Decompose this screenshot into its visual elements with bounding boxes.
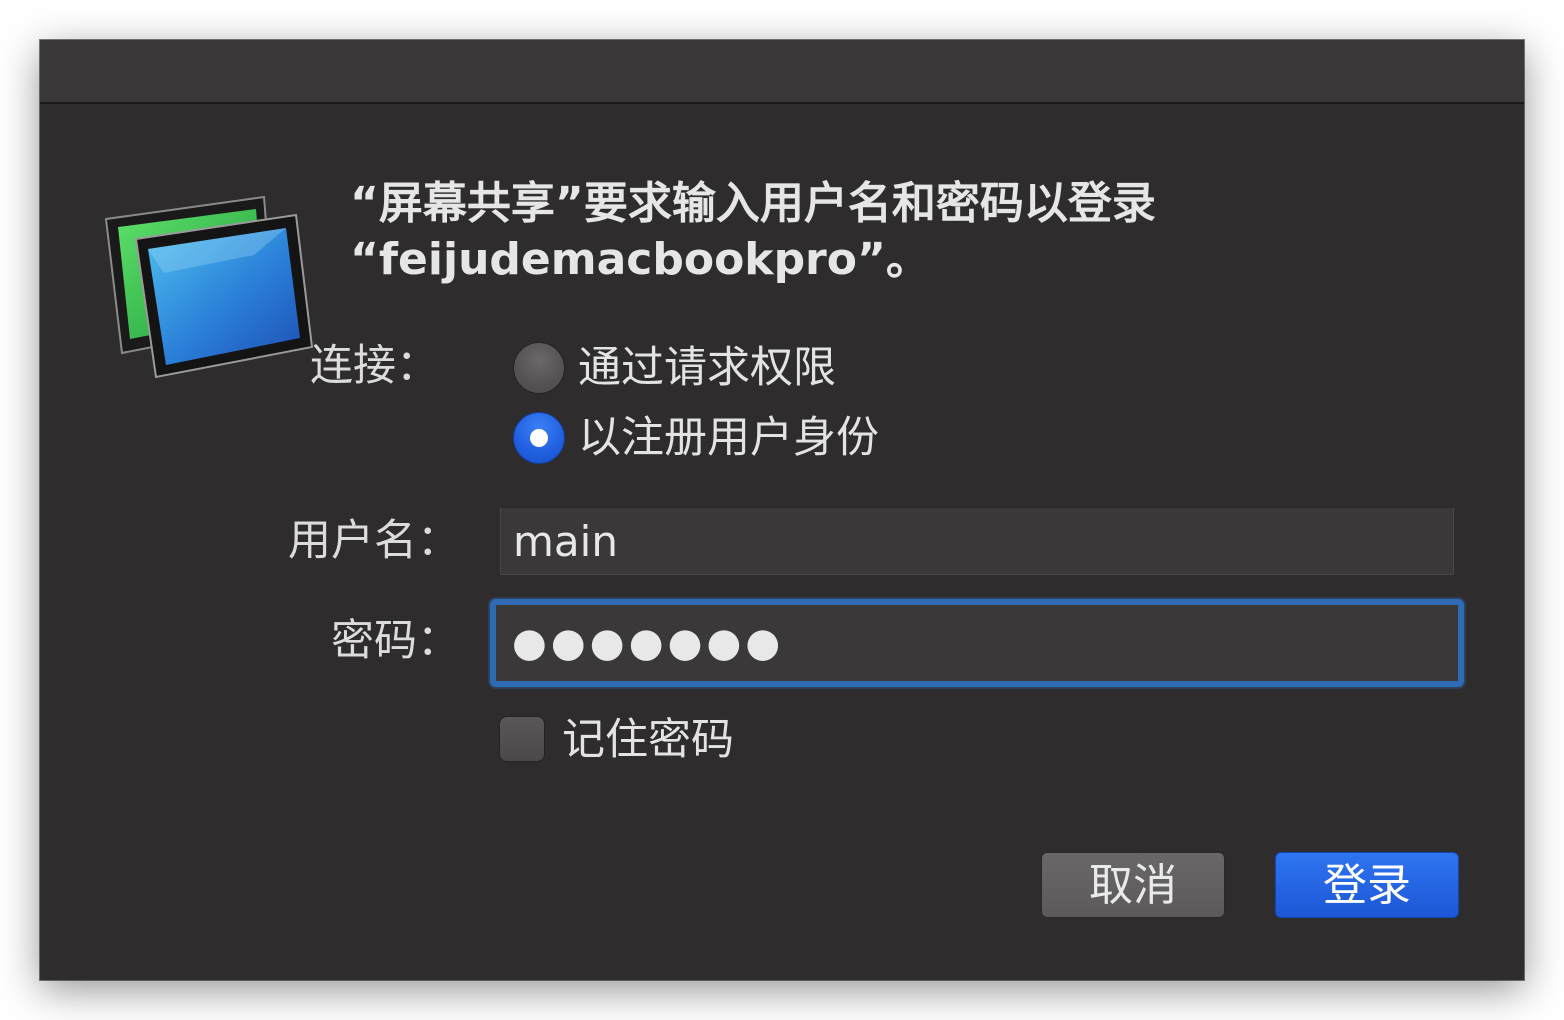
message-line-2: “feijudemacbookpro”。 [350,234,930,285]
username-label: 用户名： [288,516,460,566]
radio-request-permission[interactable] [513,342,565,394]
login-button[interactable]: 登录 [1275,852,1459,918]
cancel-button[interactable]: 取消 [1041,852,1225,918]
dialog-titlebar[interactable] [40,40,1524,104]
connect-label: 连接： [310,341,439,391]
radio-registered-user[interactable] [513,412,565,464]
username-input[interactable] [500,507,1454,575]
dialog-message: “屏幕共享”要求输入用户名和密码以登录 “feijudemacbookpro”。 [350,176,1450,288]
message-line-1: “屏幕共享”要求输入用户名和密码以登录 [350,178,1156,229]
password-input[interactable] [490,599,1464,687]
radio-request-permission-label[interactable]: 通过请求权限 [578,340,836,396]
login-dialog-window: “屏幕共享”要求输入用户名和密码以登录 “feijudemacbookpro”。… [40,40,1524,980]
radio-selected-dot [530,429,548,447]
password-label: 密码： [331,616,460,666]
remember-password-label[interactable]: 记住密码 [562,712,734,768]
radio-registered-user-label[interactable]: 以注册用户身份 [578,410,879,466]
remember-password-checkbox[interactable] [499,716,545,762]
screen-sharing-app-icon [104,195,314,379]
